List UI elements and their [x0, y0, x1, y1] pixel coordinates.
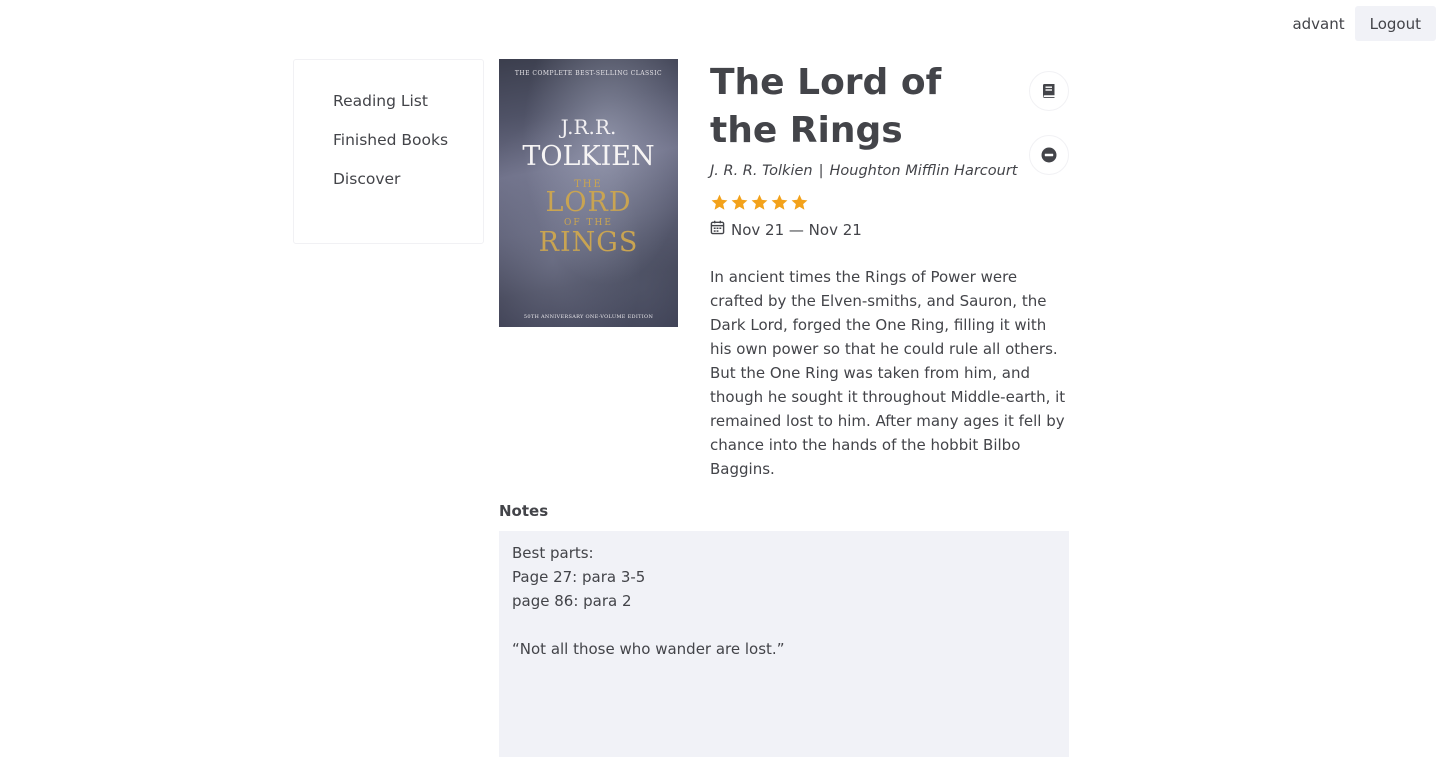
cover-title-lord: LORD [545, 187, 632, 218]
book-cover-image: THE COMPLETE BEST-SELLING CLASSIC J.R.R.… [499, 59, 678, 327]
header: advant Logout [1292, 6, 1436, 41]
book-synopsis: In ancient times the Rings of Power were… [710, 268, 1066, 478]
sidebar-item-discover[interactable]: Discover [294, 164, 483, 194]
book-icon [1043, 84, 1055, 98]
remove-from-list-button[interactable] [1029, 135, 1069, 175]
cover-author-initials: J.R.R. [560, 115, 617, 139]
cover-edition: 50TH ANNIVERSARY ONE-VOLUME EDITION [523, 314, 654, 320]
mark-as-read-button[interactable] [1029, 71, 1069, 111]
star-icon[interactable] [790, 193, 809, 212]
sidebar-item-finished-books[interactable]: Finished Books [294, 125, 483, 155]
book-actions [1029, 71, 1069, 175]
book-meta: J. R. R. Tolkien | Houghton Mifflin Harcou… [710, 163, 1070, 179]
calendar-icon [710, 220, 725, 239]
minus-circle-icon [1041, 147, 1057, 163]
notes-label: Notes [499, 502, 549, 520]
star-icon[interactable] [710, 193, 729, 212]
logout-button[interactable]: Logout [1354, 6, 1436, 41]
notes-textarea[interactable] [499, 531, 1069, 757]
book-title: The Lord of the Rings [710, 62, 942, 151]
reading-dates: Nov 21 — Nov 21 [710, 220, 1070, 239]
star-icon[interactable] [770, 193, 789, 212]
sidebar-nav: Reading List Finished Books Discover [293, 59, 484, 244]
book-author: J. R. R. Tolkien [710, 163, 813, 179]
star-icon[interactable] [750, 193, 769, 212]
sidebar-item-reading-list[interactable]: Reading List [294, 86, 483, 116]
book-details: The Lord of the Rings J. R. R. Tolkien | H… [710, 59, 1070, 496]
star-rating [710, 193, 1070, 212]
username: advant [1292, 14, 1345, 33]
meta-separator: | [818, 163, 824, 179]
star-icon[interactable] [730, 193, 749, 212]
dates-text: Nov 21 — Nov 21 [731, 220, 862, 239]
cover-title-rings: RINGS [538, 227, 639, 258]
book-publisher: Houghton Mifflin Harcourt [829, 163, 1018, 179]
cover-author-name: TOLKIEN [522, 141, 655, 172]
cover-tagline: THE COMPLETE BEST-SELLING CLASSIC [514, 70, 663, 77]
